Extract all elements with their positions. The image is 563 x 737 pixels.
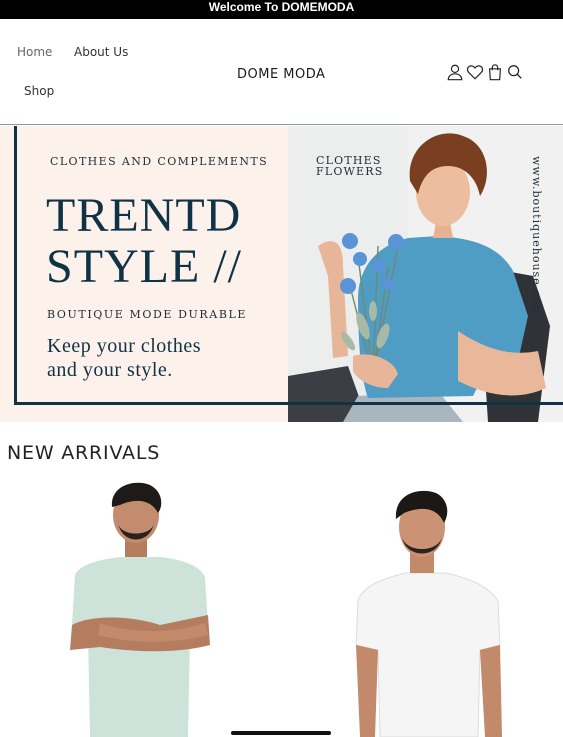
banner-subheading: BOUTIQUE MODE DURABLE <box>47 308 248 321</box>
banner-headline-line: TRENTD <box>46 189 242 242</box>
product-image <box>355 490 502 737</box>
user-icon[interactable] <box>446 63 464 81</box>
banner-side-label-line: FLOWERS <box>316 165 384 178</box>
home-indicator[interactable] <box>231 731 331 735</box>
banner-tagline-line: Keep your clothes <box>47 335 202 357</box>
search-icon[interactable] <box>506 63 524 81</box>
header-icons <box>446 62 524 82</box>
announcement-text: Welcome To DOMEMODA <box>208 0 355 14</box>
banner-subtitle: CLOTHES AND COMPLEMENTS <box>50 155 269 168</box>
banner-frame-line <box>14 126 17 404</box>
product-card[interactable] <box>320 475 530 737</box>
brand-logo-text: DOME MODA <box>237 67 326 82</box>
banner-tagline: Keep your clothes and your style. <box>47 334 267 382</box>
site-header: Home About Us Shop DOME MODA <box>0 19 563 125</box>
nav-about-link[interactable]: About Us <box>74 45 128 59</box>
hero-banner[interactable]: CLOTHES AND COMPLEMENTS TRENTD STYLE // … <box>0 126 563 422</box>
banner-tagline-line: and your style. <box>47 359 173 381</box>
product-image <box>70 482 210 737</box>
nav-shop-link[interactable]: Shop <box>24 84 54 98</box>
brand-logo[interactable]: DOME MODA <box>237 67 325 82</box>
banner-frame-line <box>14 402 563 405</box>
nav-home-link[interactable]: Home <box>17 45 52 59</box>
product-card[interactable] <box>40 475 240 737</box>
bag-icon[interactable] <box>486 63 504 81</box>
banner-headline-line: STYLE // <box>46 240 242 293</box>
banner-side-label: CLOTHES FLOWERS <box>316 155 396 177</box>
banner-vertical-url: www.boutiquehouse.com <box>530 156 543 317</box>
new-arrivals-title: NEW ARRIVALS <box>7 442 161 464</box>
banner-headline: TRENTD STYLE // <box>46 190 276 292</box>
announcement-bar: Welcome To DOMEMODA <box>0 0 563 19</box>
heart-icon[interactable] <box>466 63 484 81</box>
